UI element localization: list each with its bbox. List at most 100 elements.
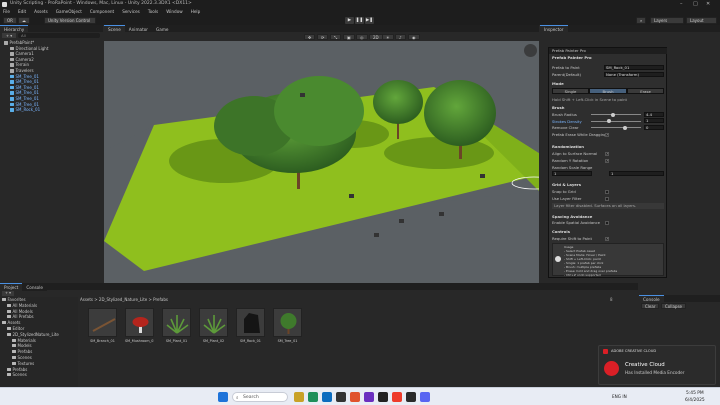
spatial-avoidance-checkbox[interactable] bbox=[605, 220, 609, 225]
clock-date[interactable]: 6/4/2025 bbox=[685, 398, 705, 403]
office-icon[interactable] bbox=[350, 392, 360, 402]
hierarchy-add-button[interactable]: + ▾ bbox=[2, 33, 16, 38]
asset-tile[interactable]: SM_Tree_01 bbox=[273, 308, 302, 343]
menu-component[interactable]: Component bbox=[90, 8, 114, 15]
project-tree-item[interactable]: Models bbox=[0, 343, 32, 349]
project-tree-item[interactable]: All Materials bbox=[0, 303, 37, 309]
project-tree-item[interactable]: Materials bbox=[0, 338, 36, 344]
close-button[interactable]: ✕ bbox=[706, 0, 710, 8]
remove-clear-handle[interactable] bbox=[623, 125, 627, 130]
scene-tool-button[interactable]: ◉ bbox=[408, 33, 420, 40]
scene-tool-button[interactable]: ◎ bbox=[356, 33, 368, 40]
scene-tool-button[interactable]: 2D bbox=[369, 33, 383, 40]
notification-toast[interactable]: ADOBE CREATIVE CLOUD Creative Cloud Has … bbox=[598, 345, 716, 385]
project-tree-item[interactable]: All Prefabs bbox=[0, 314, 34, 320]
clock-time[interactable]: 5:45 PM bbox=[686, 391, 704, 396]
language-indicator[interactable]: ENG IN bbox=[612, 394, 627, 399]
tab-hierarchy[interactable]: Hierarchy bbox=[0, 25, 29, 33]
version-control-button[interactable]: Unity Version Control bbox=[44, 16, 96, 24]
project-tree-item[interactable]: Assets bbox=[0, 320, 21, 326]
project-tree-item[interactable]: Scenes bbox=[0, 355, 32, 361]
random-y-checkbox[interactable]: ✓ bbox=[605, 158, 609, 163]
brush-radius-value[interactable]: 4.4 bbox=[644, 111, 664, 117]
require-shift-checkbox[interactable]: ✓ bbox=[605, 236, 609, 241]
scene-tool-button[interactable]: ♪ bbox=[395, 33, 406, 40]
project-tree-item[interactable]: Prefabs bbox=[0, 367, 27, 373]
discord-icon[interactable] bbox=[420, 392, 430, 402]
density-value[interactable]: 1 bbox=[644, 118, 664, 123]
start-button[interactable] bbox=[218, 392, 228, 402]
remove-clear-value[interactable]: 0 bbox=[644, 124, 664, 130]
density-handle[interactable] bbox=[607, 119, 611, 123]
edge-icon[interactable] bbox=[308, 392, 318, 402]
taskbar-search[interactable]: Search bbox=[232, 392, 288, 402]
scale-max-field[interactable]: 1 bbox=[609, 171, 664, 176]
strokes-checkbox[interactable]: ✓ bbox=[605, 132, 609, 137]
scene-gizmo-icon[interactable] bbox=[524, 44, 537, 57]
maximize-button[interactable]: □ bbox=[693, 0, 698, 8]
cloud-button[interactable]: ☁ bbox=[18, 16, 30, 24]
project-tree-item[interactable]: Editor bbox=[0, 326, 24, 332]
menu-window[interactable]: Window bbox=[166, 8, 183, 15]
scene-tool-button[interactable]: ☀ bbox=[382, 33, 394, 40]
strokes-dropdown[interactable]: Prefab Erase While Dragging bbox=[552, 132, 606, 137]
chrome-icon[interactable] bbox=[392, 392, 402, 402]
project-tree-item[interactable]: 2D_StylizedNature_Lite bbox=[0, 332, 59, 338]
project-tree-item[interactable]: Scenes bbox=[0, 372, 27, 378]
layer-filter-checkbox[interactable] bbox=[605, 196, 609, 201]
hierarchy-item[interactable]: SM_Rock_01 bbox=[0, 107, 103, 113]
search-button[interactable]: ⌕ bbox=[636, 16, 647, 24]
minimize-button[interactable]: – bbox=[680, 0, 683, 8]
layers-dropdown[interactable]: Layers bbox=[650, 16, 684, 24]
remove-clear-slider[interactable] bbox=[591, 127, 641, 128]
prefab-field[interactable]: SM_Rock_01 bbox=[604, 64, 664, 70]
menu-help[interactable]: Help bbox=[191, 8, 201, 15]
layout-dropdown[interactable]: Layout bbox=[686, 16, 717, 24]
asset-tile[interactable]: SM_Plant_02 bbox=[199, 308, 228, 343]
tab-inspector[interactable]: Inspector bbox=[540, 25, 568, 33]
menu-edit[interactable]: Edit bbox=[18, 8, 26, 15]
store-icon[interactable] bbox=[322, 392, 332, 402]
scene-viewport[interactable] bbox=[104, 41, 539, 288]
pause-button[interactable]: ❚❚ bbox=[355, 16, 364, 24]
scene-tool-button[interactable]: ⤡ bbox=[330, 33, 342, 40]
file-explorer-icon[interactable] bbox=[294, 392, 304, 402]
asset-tile[interactable]: SM_Plant_01 bbox=[162, 308, 191, 343]
menu-gameobject[interactable]: GameObject bbox=[56, 8, 82, 15]
scene-tool-button[interactable]: ▣ bbox=[343, 33, 355, 40]
brush-radius-slider[interactable] bbox=[591, 114, 641, 115]
console-collapse-button[interactable]: Collapse bbox=[661, 303, 686, 309]
mode-brush[interactable]: Brush bbox=[589, 88, 627, 94]
scene-tool-button[interactable]: ✥ bbox=[304, 33, 316, 40]
asset-tile[interactable]: SM_Branch_01 bbox=[88, 308, 117, 343]
tab-console-panel[interactable]: Console bbox=[639, 295, 664, 303]
account-button[interactable]: OR bbox=[3, 16, 17, 24]
step-button[interactable]: ▶❚ bbox=[365, 16, 374, 24]
asset-tile[interactable]: SM_Mushroom_01 bbox=[125, 308, 154, 343]
hierarchy-search-input[interactable]: All bbox=[18, 33, 100, 38]
scale-min-field[interactable]: 1 bbox=[552, 171, 592, 176]
terminal-icon[interactable] bbox=[336, 392, 346, 402]
console-clear-button[interactable]: Clear bbox=[641, 303, 660, 309]
project-tree-item[interactable]: Prefabs bbox=[0, 349, 32, 355]
tab-project[interactable]: Project bbox=[0, 283, 23, 291]
unity-editor-icon[interactable] bbox=[406, 392, 416, 402]
parent-field[interactable]: None (Transform) bbox=[604, 71, 664, 77]
snap-grid-checkbox[interactable] bbox=[605, 189, 609, 194]
menu-services[interactable]: Services bbox=[122, 8, 140, 15]
project-tree-item[interactable]: Textures bbox=[0, 361, 34, 367]
visual-studio-icon[interactable] bbox=[364, 392, 374, 402]
menu-tools[interactable]: Tools bbox=[148, 8, 158, 15]
project-breadcrumb[interactable]: Assets > 2D_Stylized_Nature_Lite > Prefa… bbox=[80, 297, 168, 302]
menu-assets[interactable]: Assets bbox=[34, 8, 48, 15]
menu-file[interactable]: File bbox=[3, 8, 10, 15]
mode-single[interactable]: Single bbox=[552, 88, 589, 94]
brush-radius-handle[interactable] bbox=[611, 112, 615, 117]
tab-console[interactable]: Console bbox=[22, 284, 47, 291]
play-button[interactable]: ▶ bbox=[345, 16, 354, 24]
asset-tile[interactable]: SM_Rock_01 bbox=[236, 308, 265, 343]
project-tree-item[interactable]: All Models bbox=[0, 309, 33, 315]
project-add-button[interactable]: + ▾ bbox=[2, 291, 14, 296]
align-normal-checkbox[interactable]: ✓ bbox=[605, 151, 609, 156]
scene-tool-button[interactable]: ⟳ bbox=[317, 33, 329, 40]
